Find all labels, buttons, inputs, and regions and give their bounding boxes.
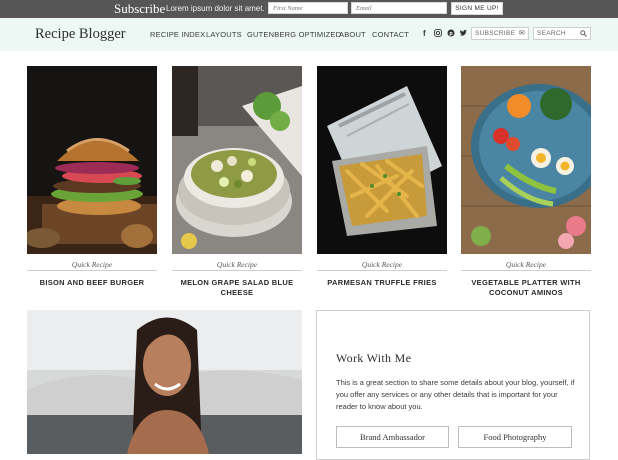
twitter-icon[interactable] — [459, 29, 467, 40]
site-header: Recipe Blogger RECIPE INDEX LAYOUTS GUTE… — [0, 18, 618, 51]
nav-about[interactable]: ABOUT — [339, 30, 366, 40]
facebook-icon[interactable]: f — [423, 29, 426, 39]
work-title: Work With Me — [336, 351, 412, 365]
subscribe-box[interactable]: SUBSCRIBE ✉ — [471, 27, 529, 40]
subscribe-bar: Subscribe Lorem ipsum dolor sit amet. Fi… — [0, 0, 618, 18]
search-icon — [580, 28, 587, 41]
food-photography-button[interactable]: Food Photography — [458, 426, 572, 448]
email-field[interactable]: Email — [351, 2, 447, 14]
subscribe-box-label: SUBSCRIBE — [475, 30, 516, 37]
site-logo[interactable]: Recipe Blogger — [35, 25, 126, 43]
card-title-melon-grape-salad[interactable]: MELON GRAPE SALAD BLUE CHEESE — [172, 278, 302, 298]
card-title-parmesan-fries[interactable]: PARMESAN TRUFFLE FRIES — [317, 278, 447, 288]
envelope-icon: ✉ — [518, 30, 525, 37]
card-category: Quick Recipe — [361, 260, 403, 269]
card-divider — [317, 270, 447, 271]
search-box[interactable]: SEARCH — [533, 27, 591, 40]
work-with-me-panel: Work With Me This is a great section to … — [316, 310, 590, 460]
subscribe-description: Lorem ipsum dolor sit amet. — [166, 4, 265, 13]
work-description: This is a great section to share some de… — [336, 378, 575, 411]
search-box-label: SEARCH — [537, 30, 566, 37]
pinterest-icon[interactable]: p — [447, 29, 455, 40]
nav-contact[interactable]: CONTACT — [372, 30, 409, 40]
fries-image[interactable] — [317, 66, 447, 254]
card-category: Quick Recipe — [216, 260, 258, 269]
card-category: Quick Recipe — [71, 260, 113, 269]
card-category: Quick Recipe — [505, 260, 547, 269]
subscribe-title: Subscribe — [114, 1, 166, 16]
nav-gutenberg-optimized[interactable]: GUTENBERG OPTIMIZED — [247, 30, 341, 40]
card-divider — [461, 270, 591, 271]
salad-image[interactable] — [172, 66, 302, 254]
card-title-vegetable-platter[interactable]: VEGETABLE PLATTER WITH COCONUT AMINOS — [461, 278, 591, 298]
first-name-field[interactable]: First Name — [268, 2, 348, 14]
nav-layouts[interactable]: LAYOUTS — [206, 30, 242, 40]
author-portrait — [27, 310, 302, 454]
card-divider — [27, 270, 157, 271]
card-title-bison-burger[interactable]: BISON AND BEEF BURGER — [27, 278, 157, 288]
nav-recipe-index[interactable]: RECIPE INDEX — [150, 30, 205, 40]
brand-ambassador-button[interactable]: Brand Ambassador — [336, 426, 449, 448]
instagram-icon[interactable] — [434, 29, 442, 40]
burger-image[interactable] — [27, 66, 157, 254]
card-divider — [172, 270, 302, 271]
vegetable-platter-image[interactable] — [461, 66, 591, 254]
sign-up-button[interactable]: SIGN ME UP! — [451, 2, 503, 15]
